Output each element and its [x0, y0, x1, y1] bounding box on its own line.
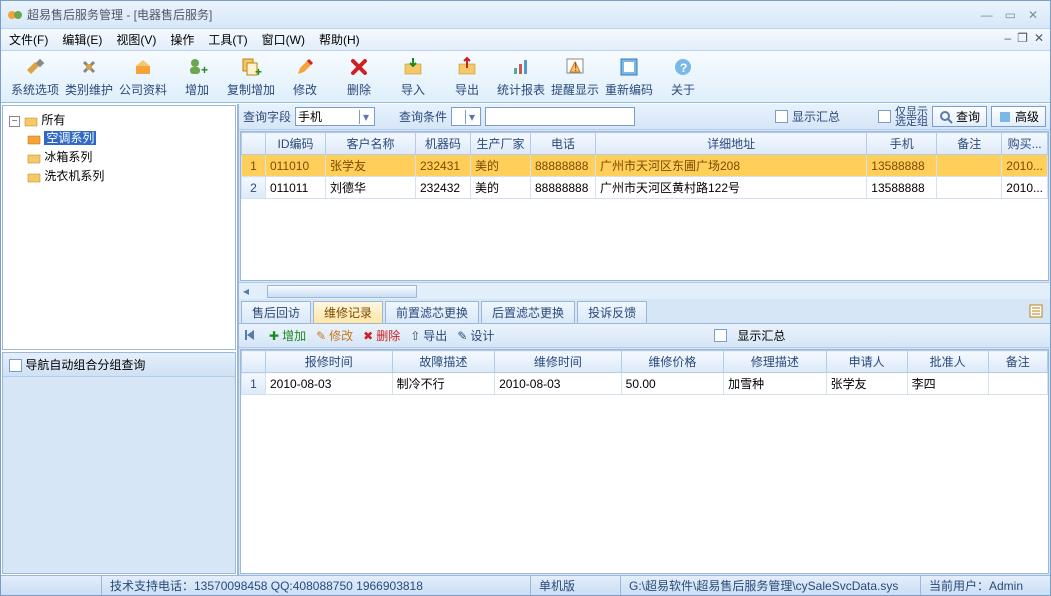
query-cond-combo[interactable]: ▾ [451, 107, 481, 126]
statusbar: 技术支持电话：13570098458 QQ:408088750 19669038… [1, 575, 1050, 595]
show-selected-label: 仅显示选定组 [895, 107, 928, 127]
category-tree[interactable]: − 所有 空调系列 冰箱系列 洗衣机系列 [2, 105, 236, 350]
chevron-down-icon: ▾ [465, 110, 478, 124]
show-summary-checkbox[interactable] [775, 110, 788, 123]
status-support: 技术支持电话：13570098458 QQ:408088750 19669038… [101, 576, 530, 595]
status-user: 当前用户：Admin [920, 576, 1050, 595]
mdi-minimize-button[interactable]: – [1004, 31, 1011, 45]
tb-remind[interactable]: !提醒显示 [549, 53, 601, 101]
close-button[interactable]: ✕ [1028, 8, 1038, 22]
table-row[interactable]: 1 2010-08-03制冷不行2010-08-0350.00加雪种张学友李四 [242, 373, 1048, 395]
advanced-button[interactable]: 高级 [991, 106, 1046, 127]
tree-item-fridge[interactable]: 冰箱系列 [27, 147, 231, 166]
sub-export-button[interactable]: ⇧导出 [410, 327, 447, 344]
tab-postfilter[interactable]: 后置滤芯更换 [481, 301, 575, 323]
sub-toolbar: ✚增加 ✎修改 ✖删除 ⇧导出 ✎设计 显示汇总 [239, 324, 1050, 348]
table-row[interactable]: 1 011010张学友232431美的88888888广州市天河区东圃广场208… [242, 155, 1048, 177]
query-field-label: 查询字段 [243, 108, 291, 125]
detail-tabs: 售后回访 维修记录 前置滤芯更换 后置滤芯更换 投诉反馈 [239, 299, 1050, 324]
tb-about[interactable]: ?关于 [657, 53, 709, 101]
menubar: 文件(F) 编辑(E) 视图(V) 操作 工具(T) 窗口(W) 帮助(H) –… [1, 29, 1050, 51]
svg-text:!: ! [574, 60, 577, 74]
menu-action[interactable]: 操作 [170, 31, 194, 48]
tb-import[interactable]: 导入 [387, 53, 439, 101]
query-field-combo[interactable]: 手机▾ [295, 107, 375, 126]
sub-modify-button[interactable]: ✎修改 [316, 327, 353, 344]
tree-item-washer[interactable]: 洗衣机系列 [27, 166, 231, 185]
svg-text:?: ? [680, 61, 687, 75]
main-grid[interactable]: ID编码 客户名称 机器码 生产厂家 电话 详细地址 手机 备注 购买... 1… [240, 131, 1049, 281]
menu-help[interactable]: 帮助(H) [319, 31, 360, 48]
menu-window[interactable]: 窗口(W) [262, 31, 305, 48]
toolbar: 系统选项 类别维护 公司资料 +增加 +复制增加 修改 删除 导入 导出 统计报… [1, 51, 1050, 103]
titlebar: 超易售后服务管理 - [电器售后服务] — ▭ ✕ [1, 1, 1050, 29]
tb-copy-add[interactable]: +复制增加 [225, 53, 277, 101]
tb-system-options[interactable]: 系统选项 [9, 53, 61, 101]
nav-group-panel: 导航自动组合分组查询 [2, 352, 236, 574]
show-summary-label: 显示汇总 [792, 108, 840, 125]
sub-add-button[interactable]: ✚增加 [269, 327, 306, 344]
tb-delete[interactable]: 删除 [333, 53, 385, 101]
minimize-button[interactable]: — [981, 8, 993, 22]
status-mode: 单机版 [530, 576, 620, 595]
tab-repair[interactable]: 维修记录 [313, 301, 383, 323]
tb-add[interactable]: +增加 [171, 53, 223, 101]
sub-delete-button[interactable]: ✖删除 [363, 327, 400, 344]
app-icon [7, 7, 23, 23]
query-value-input[interactable] [485, 107, 635, 126]
tb-export[interactable]: 导出 [441, 53, 493, 101]
svg-text:+: + [255, 65, 262, 78]
h-scrollbar[interactable]: ◂ [239, 282, 1050, 299]
tb-category-maint[interactable]: 类别维护 [63, 53, 115, 101]
maximize-button[interactable]: ▭ [1005, 8, 1016, 22]
mdi-restore-button[interactable]: ❐ [1017, 31, 1028, 45]
tab-visit[interactable]: 售后回访 [241, 301, 311, 323]
tree-item-ac[interactable]: 空调系列 [27, 128, 231, 147]
tree-root[interactable]: 所有 [41, 113, 65, 127]
tree-collapse-icon[interactable]: − [9, 116, 20, 127]
menu-view[interactable]: 视图(V) [116, 31, 156, 48]
menu-tools[interactable]: 工具(T) [208, 31, 247, 48]
query-button[interactable]: 查询 [932, 106, 987, 127]
window-title: 超易售后服务管理 - [电器售后服务] [27, 6, 981, 23]
svg-text:+: + [201, 63, 208, 77]
tab-complaint[interactable]: 投诉反馈 [577, 301, 647, 323]
nav-group-checkbox[interactable] [9, 359, 22, 372]
table-row[interactable]: 2 011011刘德华232432美的88888888广州市天河区黄村路122号… [242, 177, 1048, 199]
sub-grid[interactable]: 报修时间故障描述维修时间维修价格修理描述申请人批准人备注 1 2010-08-0… [240, 349, 1049, 574]
mdi-close-button[interactable]: ✕ [1034, 31, 1044, 45]
show-selected-checkbox[interactable] [878, 110, 891, 123]
sub-summary-checkbox[interactable] [714, 329, 727, 342]
menu-file[interactable]: 文件(F) [9, 31, 48, 48]
query-bar: 查询字段 手机▾ 查询条件 ▾ 显示汇总 仅显示选定组 查询 高级 [239, 104, 1050, 130]
query-cond-label: 查询条件 [399, 108, 447, 125]
tb-company-info[interactable]: 公司资料 [117, 53, 169, 101]
tabs-menu-icon[interactable] [1024, 301, 1048, 323]
tb-stats[interactable]: 统计报表 [495, 53, 547, 101]
status-path: G:\超易软件\超易售后服务管理\cySaleSvcData.sys [620, 576, 920, 595]
tb-modify[interactable]: 修改 [279, 53, 331, 101]
sub-design-button[interactable]: ✎设计 [457, 327, 494, 344]
tb-recode[interactable]: 重新编码 [603, 53, 655, 101]
tab-prefilter[interactable]: 前置滤芯更换 [385, 301, 479, 323]
nav-first-icon[interactable] [243, 328, 259, 344]
menu-edit[interactable]: 编辑(E) [62, 31, 102, 48]
sub-summary-label: 显示汇总 [737, 327, 785, 344]
chevron-down-icon: ▾ [359, 110, 372, 124]
nav-group-label: 导航自动组合分组查询 [25, 358, 145, 372]
